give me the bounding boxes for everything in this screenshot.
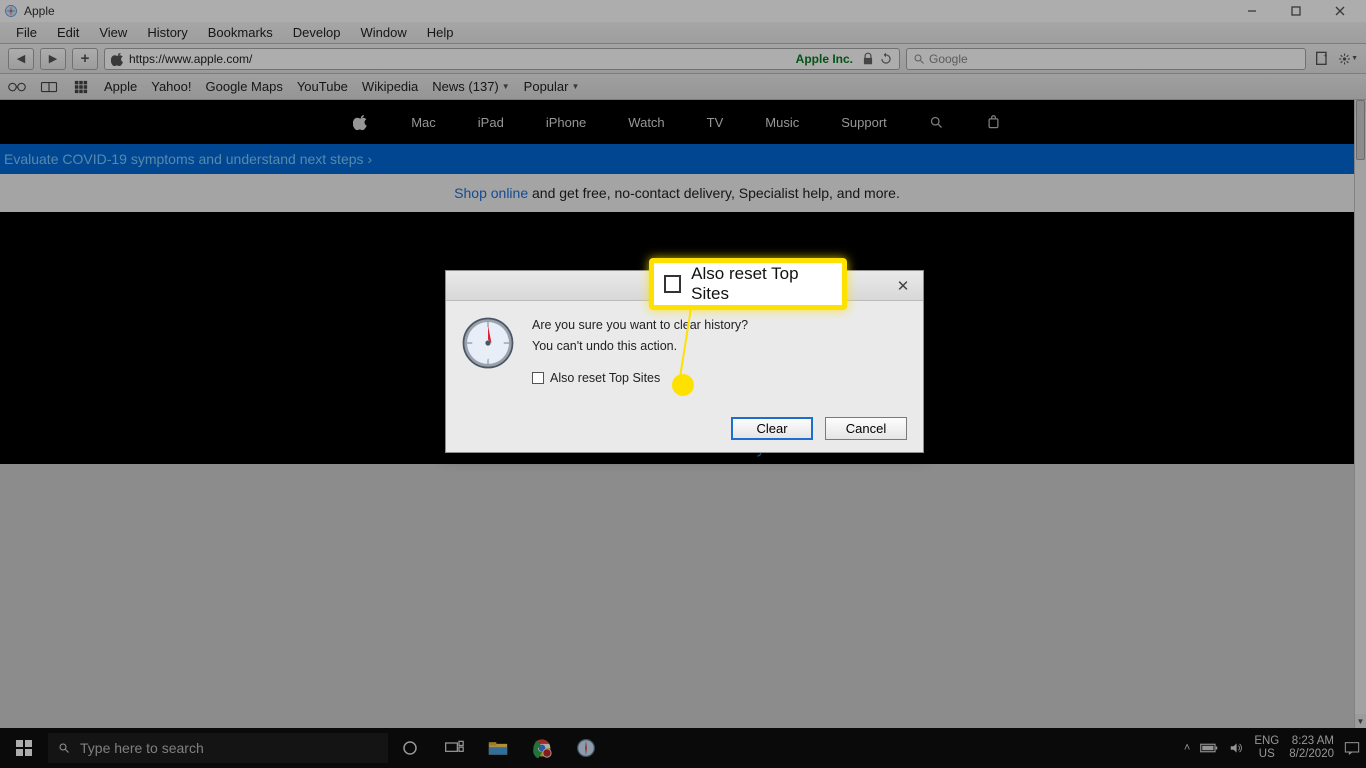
- bookmark-apple[interactable]: Apple: [104, 79, 137, 94]
- menu-bookmarks[interactable]: Bookmarks: [198, 23, 283, 42]
- shop-promo-text: and get free, no-contact delivery, Speci…: [528, 185, 900, 201]
- window-close-button[interactable]: [1318, 0, 1362, 22]
- shop-online-link[interactable]: Shop online: [454, 185, 528, 201]
- language-indicator[interactable]: ENGUS: [1254, 735, 1279, 761]
- address-bar[interactable]: https://www.apple.com/ Apple Inc.: [104, 48, 900, 70]
- cortana-icon[interactable]: [388, 728, 432, 768]
- taskbar-search-placeholder: Type here to search: [80, 740, 204, 756]
- nav-mac[interactable]: Mac: [411, 115, 436, 130]
- window-title: Apple: [24, 4, 55, 18]
- chrome-icon[interactable]: [520, 728, 564, 768]
- scrollbar-thumb[interactable]: [1356, 100, 1365, 160]
- nav-bag-icon[interactable]: [986, 114, 1001, 130]
- menu-help[interactable]: Help: [417, 23, 464, 42]
- search-icon: [913, 53, 925, 65]
- dialog-close-button[interactable]: ✕: [891, 277, 915, 295]
- apple-logo-icon[interactable]: [353, 113, 369, 131]
- checkbox-label: Also reset Top Sites: [550, 368, 660, 389]
- menu-history[interactable]: History: [137, 23, 197, 42]
- callout-highlight: Also reset Top Sites: [649, 258, 847, 310]
- reload-icon[interactable]: [879, 52, 893, 66]
- nav-iphone[interactable]: iPhone: [546, 115, 586, 130]
- window-titlebar: Apple: [0, 0, 1366, 22]
- apple-global-nav: Mac iPad iPhone Watch TV Music Support: [0, 100, 1354, 144]
- safari-taskbar-icon[interactable]: [564, 728, 608, 768]
- page-body: [0, 464, 1354, 728]
- volume-icon[interactable]: [1228, 741, 1244, 755]
- windows-logo-icon: [16, 740, 32, 756]
- battery-icon[interactable]: [1200, 742, 1218, 754]
- nav-search-icon[interactable]: [929, 115, 944, 130]
- forward-button[interactable]: ▶: [40, 48, 66, 70]
- bookmark-yahoo[interactable]: Yahoo!: [151, 79, 191, 94]
- notifications-icon[interactable]: [1344, 741, 1360, 755]
- cancel-button[interactable]: Cancel: [825, 417, 907, 440]
- browser-toolbar: ◀ ▶ + https://www.apple.com/ Apple Inc. …: [0, 44, 1366, 74]
- bookmarks-bar: Apple Yahoo! Google Maps YouTube Wikiped…: [0, 74, 1366, 100]
- covid-text: Evaluate COVID-19 symptoms and understan…: [4, 151, 364, 167]
- bookmark-youtube[interactable]: YouTube: [297, 79, 348, 94]
- clear-button[interactable]: Clear: [731, 417, 813, 440]
- cert-label: Apple Inc.: [796, 52, 857, 66]
- nav-support[interactable]: Support: [841, 115, 887, 130]
- dialog-message-2: You can't undo this action.: [532, 336, 748, 357]
- apple-site-icon: [111, 52, 125, 66]
- file-explorer-icon[interactable]: [476, 728, 520, 768]
- svg-text:+: +: [1323, 52, 1327, 59]
- chevron-right-icon: ›: [368, 151, 373, 167]
- dialog-message-1: Are you sure you want to clear history?: [532, 315, 748, 336]
- lock-icon: [861, 52, 875, 66]
- bookmark-google-maps[interactable]: Google Maps: [206, 79, 283, 94]
- bookmarks-icon[interactable]: [40, 80, 58, 94]
- reading-list-icon[interactable]: [8, 80, 26, 94]
- menu-develop[interactable]: Develop: [283, 23, 351, 42]
- search-field[interactable]: Google: [906, 48, 1306, 70]
- new-page-icon[interactable]: +: [1312, 49, 1332, 69]
- settings-gear-icon[interactable]: ▼: [1338, 49, 1358, 69]
- menu-window[interactable]: Window: [351, 23, 417, 42]
- callout-label: Also reset Top Sites: [691, 264, 832, 304]
- url-text: https://www.apple.com/: [129, 52, 252, 66]
- task-view-icon[interactable]: [432, 728, 476, 768]
- new-tab-button[interactable]: +: [72, 48, 98, 70]
- taskbar-clock[interactable]: 8:23 AM8/2/2020: [1289, 735, 1334, 761]
- back-button[interactable]: ◀: [8, 48, 34, 70]
- window-maximize-button[interactable]: [1274, 0, 1318, 22]
- menu-bar: File Edit View History Bookmarks Develop…: [0, 22, 1366, 44]
- start-button[interactable]: [0, 728, 48, 768]
- topsites-icon[interactable]: [72, 80, 90, 94]
- nav-music[interactable]: Music: [765, 115, 799, 130]
- callout-pointer-dot: [672, 374, 694, 396]
- system-tray: ˄ ENGUS 8:23 AM8/2/2020: [1178, 728, 1366, 768]
- windows-taskbar: Type here to search ˄ ENGUS 8:23 AM8/2/2…: [0, 728, 1366, 768]
- nav-ipad[interactable]: iPad: [478, 115, 504, 130]
- bookmark-wikipedia[interactable]: Wikipedia: [362, 79, 418, 94]
- safari-app-icon: [4, 4, 18, 18]
- window-minimize-button[interactable]: [1230, 0, 1274, 22]
- taskbar-search[interactable]: Type here to search: [48, 733, 388, 763]
- shop-promo-banner: Shop online and get free, no-contact del…: [0, 174, 1354, 212]
- covid-banner[interactable]: Evaluate COVID-19 symptoms and understan…: [0, 144, 1354, 174]
- nav-tv[interactable]: TV: [707, 115, 724, 130]
- vertical-scrollbar[interactable]: ▲ ▼: [1354, 100, 1366, 728]
- menu-file[interactable]: File: [6, 23, 47, 42]
- callout-checkbox-icon: [664, 275, 681, 293]
- nav-watch[interactable]: Watch: [628, 115, 664, 130]
- search-placeholder: Google: [929, 52, 968, 66]
- search-icon: [58, 742, 70, 754]
- safari-compass-icon: [460, 315, 516, 371]
- bookmark-popular[interactable]: Popular▼: [524, 79, 580, 94]
- menu-edit[interactable]: Edit: [47, 23, 89, 42]
- menu-view[interactable]: View: [89, 23, 137, 42]
- checkbox-box-icon: [532, 372, 544, 384]
- tray-overflow-icon[interactable]: ˄: [1184, 742, 1190, 754]
- also-reset-topsites-checkbox[interactable]: Also reset Top Sites: [532, 368, 748, 389]
- scroll-down-arrow-icon[interactable]: ▼: [1355, 714, 1366, 728]
- bookmark-news[interactable]: News (137)▼: [432, 79, 509, 94]
